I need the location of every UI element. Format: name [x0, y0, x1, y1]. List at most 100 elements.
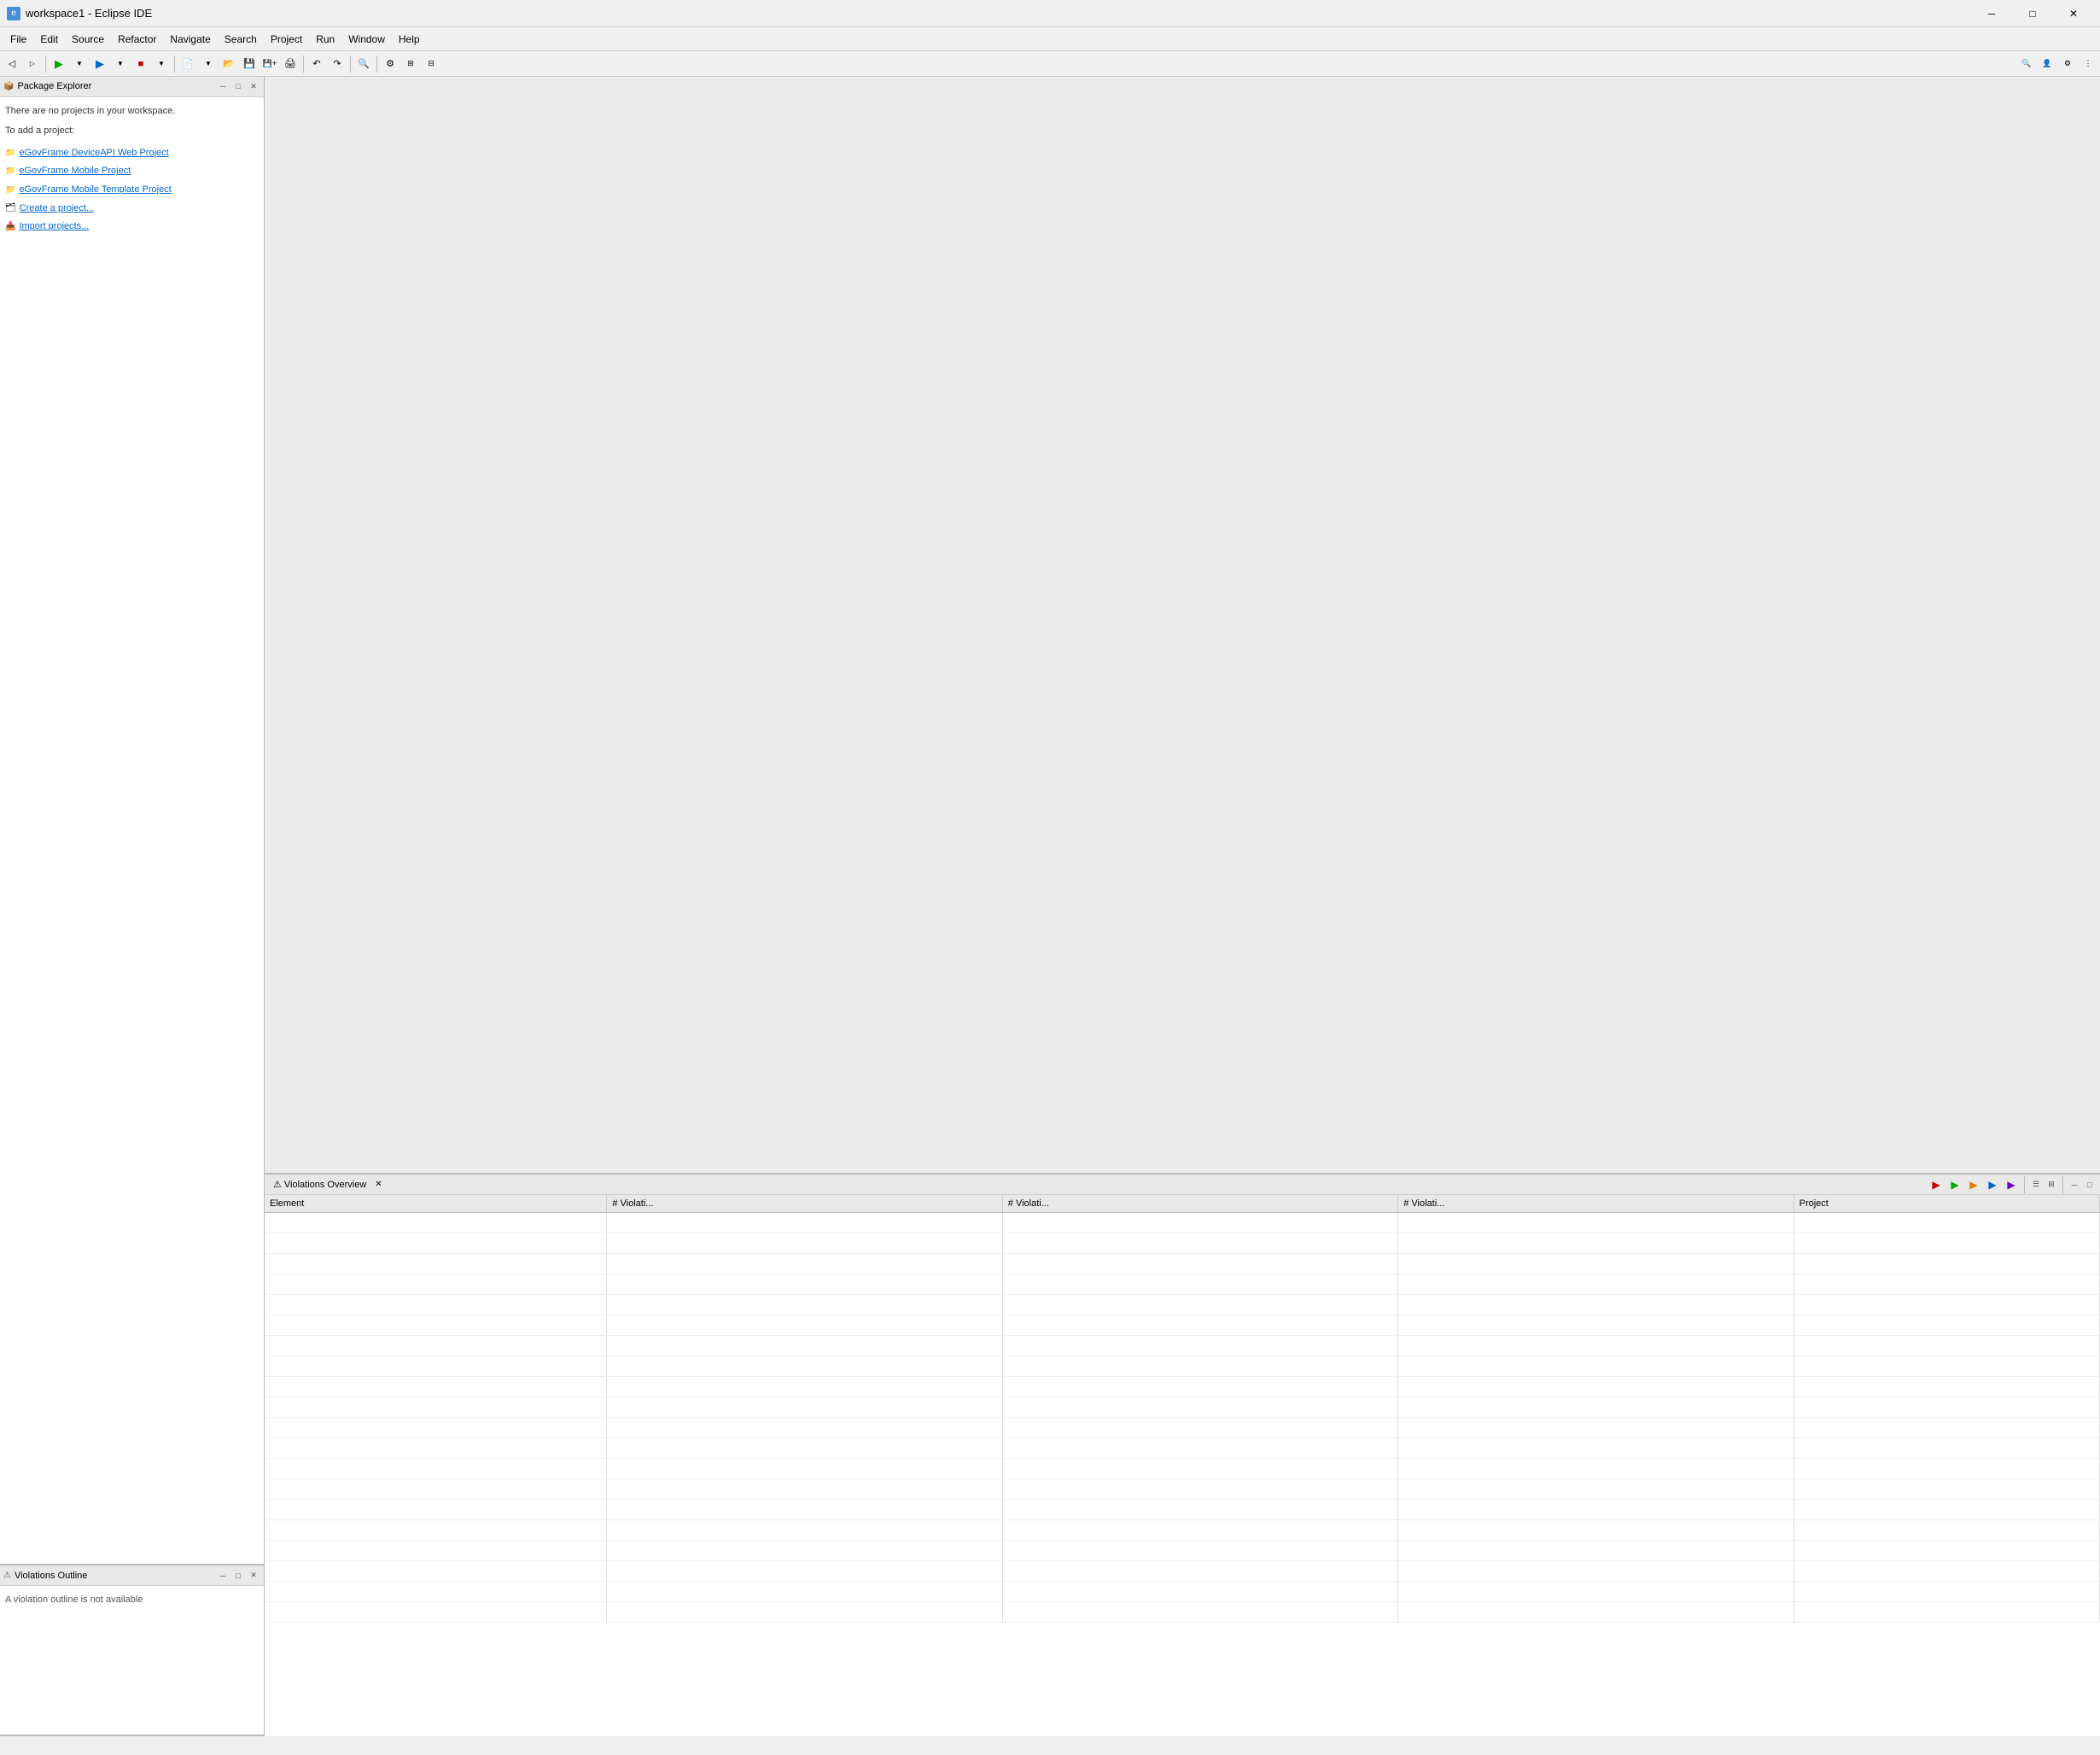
menu-window[interactable]: Window	[341, 27, 392, 50]
project-link-4-container: 🗂 Create a project...	[5, 200, 259, 219]
menu-navigate[interactable]: Navigate	[163, 27, 217, 50]
package-explorer-minimize[interactable]: ─	[216, 79, 230, 93]
toolbar-sep-4	[350, 55, 351, 73]
toolbar-run-btn[interactable]: ▶	[49, 54, 69, 74]
menu-project[interactable]: Project	[264, 27, 309, 50]
violations-overview-panel: ⚠ Violations Overview ✕ ▶ ▶ ▶ ▶ ▶ ☰ ⊞ ─	[265, 1173, 2100, 1736]
violations-run-btn-red[interactable]: ▶	[1928, 1178, 1945, 1192]
overview-sep1	[2024, 1176, 2025, 1193]
menu-edit[interactable]: Edit	[33, 27, 65, 50]
violations-run-btn-blue[interactable]: ▶	[1984, 1178, 2001, 1192]
violations-outline-maximize[interactable]: □	[231, 1569, 245, 1583]
main-toolbar: ◁ ▷ ▶ ▼ ▶ ▼ ■ ▼ 📄 ▼ 📂 💾 💾+ 🖨 ↶ ↷ 🔍 ⚙ ⊞ ⊟…	[0, 51, 2100, 77]
violations-overview-tab-close[interactable]: ✕	[372, 1179, 384, 1190]
table-row	[265, 1541, 2100, 1561]
toolbar-right-btn2[interactable]: 👤	[2037, 54, 2057, 74]
project-link-4[interactable]: Create a project...	[20, 201, 94, 218]
violations-overview-tab-title: Violations Overview	[284, 1180, 366, 1190]
violations-grid-btn[interactable]: ⊞	[2045, 1178, 2058, 1192]
toolbar-new-dropdown[interactable]: ▼	[198, 54, 219, 74]
minimize-button[interactable]: ─	[1972, 0, 2011, 27]
toolbar-stop-btn[interactable]: ■	[131, 54, 151, 74]
package-explorer-content: There are no projects in your workspace.…	[0, 97, 264, 1564]
project-link-2[interactable]: eGovFrame Mobile Project	[19, 163, 131, 180]
column-project: Project	[1794, 1195, 2099, 1213]
table-row	[265, 1315, 2100, 1336]
toolbar-stop-dropdown[interactable]: ▼	[151, 54, 172, 74]
toolbar-sep-3	[303, 55, 304, 73]
violations-run-btn-purple[interactable]: ▶	[2003, 1178, 2020, 1192]
violations-minimize-btn[interactable]: ─	[2068, 1178, 2081, 1192]
menu-help[interactable]: Help	[392, 27, 427, 50]
violations-outline-close[interactable]: ✕	[247, 1569, 260, 1583]
toolbar-right-btn1[interactable]: 🔍	[2016, 54, 2037, 74]
project-link-5[interactable]: Import projects...	[19, 219, 89, 236]
menu-search[interactable]: Search	[218, 27, 264, 50]
toolbar-save-all-btn[interactable]: 💾+	[260, 54, 280, 74]
table-row	[265, 1582, 2100, 1602]
package-explorer-maximize[interactable]: □	[231, 79, 245, 93]
toolbar-nav-group: ◁ ▷	[2, 54, 43, 74]
close-button[interactable]: ✕	[2054, 0, 2093, 27]
app-icon: e	[7, 7, 20, 20]
project-link-1[interactable]: eGovFrame DeviceAPI Web Project	[19, 145, 168, 162]
project-link-3[interactable]: eGovFrame Mobile Template Project	[19, 182, 171, 199]
toolbar-right-btn3[interactable]: ⚙	[2057, 54, 2078, 74]
toolbar-new-btn[interactable]: 📄	[178, 54, 198, 74]
toolbar-print-btn[interactable]: 🖨	[280, 54, 300, 74]
toolbar-new-group: 📄 ▼ 📂 💾 💾+ 🖨	[178, 54, 300, 74]
table-row	[265, 1213, 2100, 1233]
toolbar-right-btn4[interactable]: ⋮	[2078, 54, 2098, 74]
toolbar-misc-group: ⚙ ⊞ ⊟	[380, 54, 441, 74]
table-row	[265, 1336, 2100, 1356]
violations-list-btn[interactable]: ☰	[2029, 1178, 2043, 1192]
violations-outline-controls: ─ □ ✕	[216, 1569, 260, 1583]
violations-outline-message: A violation outline is not available	[5, 1595, 143, 1605]
package-explorer-title: Package Explorer	[17, 81, 216, 91]
toolbar-debug-dropdown[interactable]: ▼	[110, 54, 131, 74]
project-icon-1: 📁	[5, 147, 15, 160]
menu-source[interactable]: Source	[65, 27, 111, 50]
violations-run-btn-orange[interactable]: ▶	[1965, 1178, 1982, 1192]
toolbar-misc-btn1[interactable]: ⚙	[380, 54, 400, 74]
table-row	[265, 1500, 2100, 1520]
menu-bar: File Edit Source Refactor Navigate Searc…	[0, 27, 2100, 51]
package-explorer-close[interactable]: ✕	[247, 79, 260, 93]
toolbar-debug-btn[interactable]: ▶	[90, 54, 110, 74]
toolbar-redo-btn[interactable]: ↷	[327, 54, 347, 74]
toolbar-save-btn[interactable]: 💾	[239, 54, 260, 74]
toolbar-search-btn[interactable]: 🔍	[353, 54, 374, 74]
violations-outline-icon: ⚠	[3, 1571, 11, 1580]
right-area: ⚠ Violations Overview ✕ ▶ ▶ ▶ ▶ ▶ ☰ ⊞ ─	[265, 77, 2100, 1736]
menu-refactor[interactable]: Refactor	[111, 27, 163, 50]
maximize-button[interactable]: □	[2013, 0, 2052, 27]
violations-outline-header: ⚠ Violations Outline ─ □ ✕	[0, 1566, 264, 1586]
menu-run[interactable]: Run	[309, 27, 341, 50]
toolbar-right-group: 🔍 👤 ⚙ ⋮	[2016, 54, 2098, 74]
toolbar-misc-btn2[interactable]: ⊞	[400, 54, 421, 74]
table-row	[265, 1254, 2100, 1274]
toolbar-sep-1	[45, 55, 46, 73]
violations-table-container: Element # Violati... # Violati... # Viol…	[265, 1195, 2100, 1736]
toolbar-forward-btn[interactable]: ▷	[22, 54, 43, 74]
table-row	[265, 1459, 2100, 1479]
toolbar-back-btn[interactable]: ◁	[2, 54, 22, 74]
toolbar-run-dropdown[interactable]: ▼	[69, 54, 90, 74]
project-icon-3: 📁	[5, 184, 15, 197]
column-element: Element	[265, 1195, 607, 1213]
project-link-5-container: 📥 Import projects...	[5, 218, 259, 236]
menu-file[interactable]: File	[3, 27, 33, 50]
violations-overview-tab[interactable]: ⚠ Violations Overview ✕	[268, 1179, 390, 1190]
toolbar-sep-5	[376, 55, 377, 73]
toolbar-misc-btn3[interactable]: ⊟	[421, 54, 441, 74]
toolbar-undo-btn[interactable]: ↶	[306, 54, 327, 74]
violations-run-btn-green[interactable]: ▶	[1946, 1178, 1963, 1192]
violations-outline-minimize[interactable]: ─	[216, 1569, 230, 1583]
violations-outline-panel: ⚠ Violations Outline ─ □ ✕ A violation o…	[0, 1566, 264, 1736]
column-violations1: # Violati...	[607, 1195, 1002, 1213]
window-title: workspace1 - Eclipse IDE	[26, 7, 1972, 20]
package-explorer-icon: 📦	[3, 82, 14, 91]
violations-maximize-btn[interactable]: □	[2083, 1178, 2097, 1192]
toolbar-open-btn[interactable]: 📂	[219, 54, 239, 74]
table-row	[265, 1356, 2100, 1377]
